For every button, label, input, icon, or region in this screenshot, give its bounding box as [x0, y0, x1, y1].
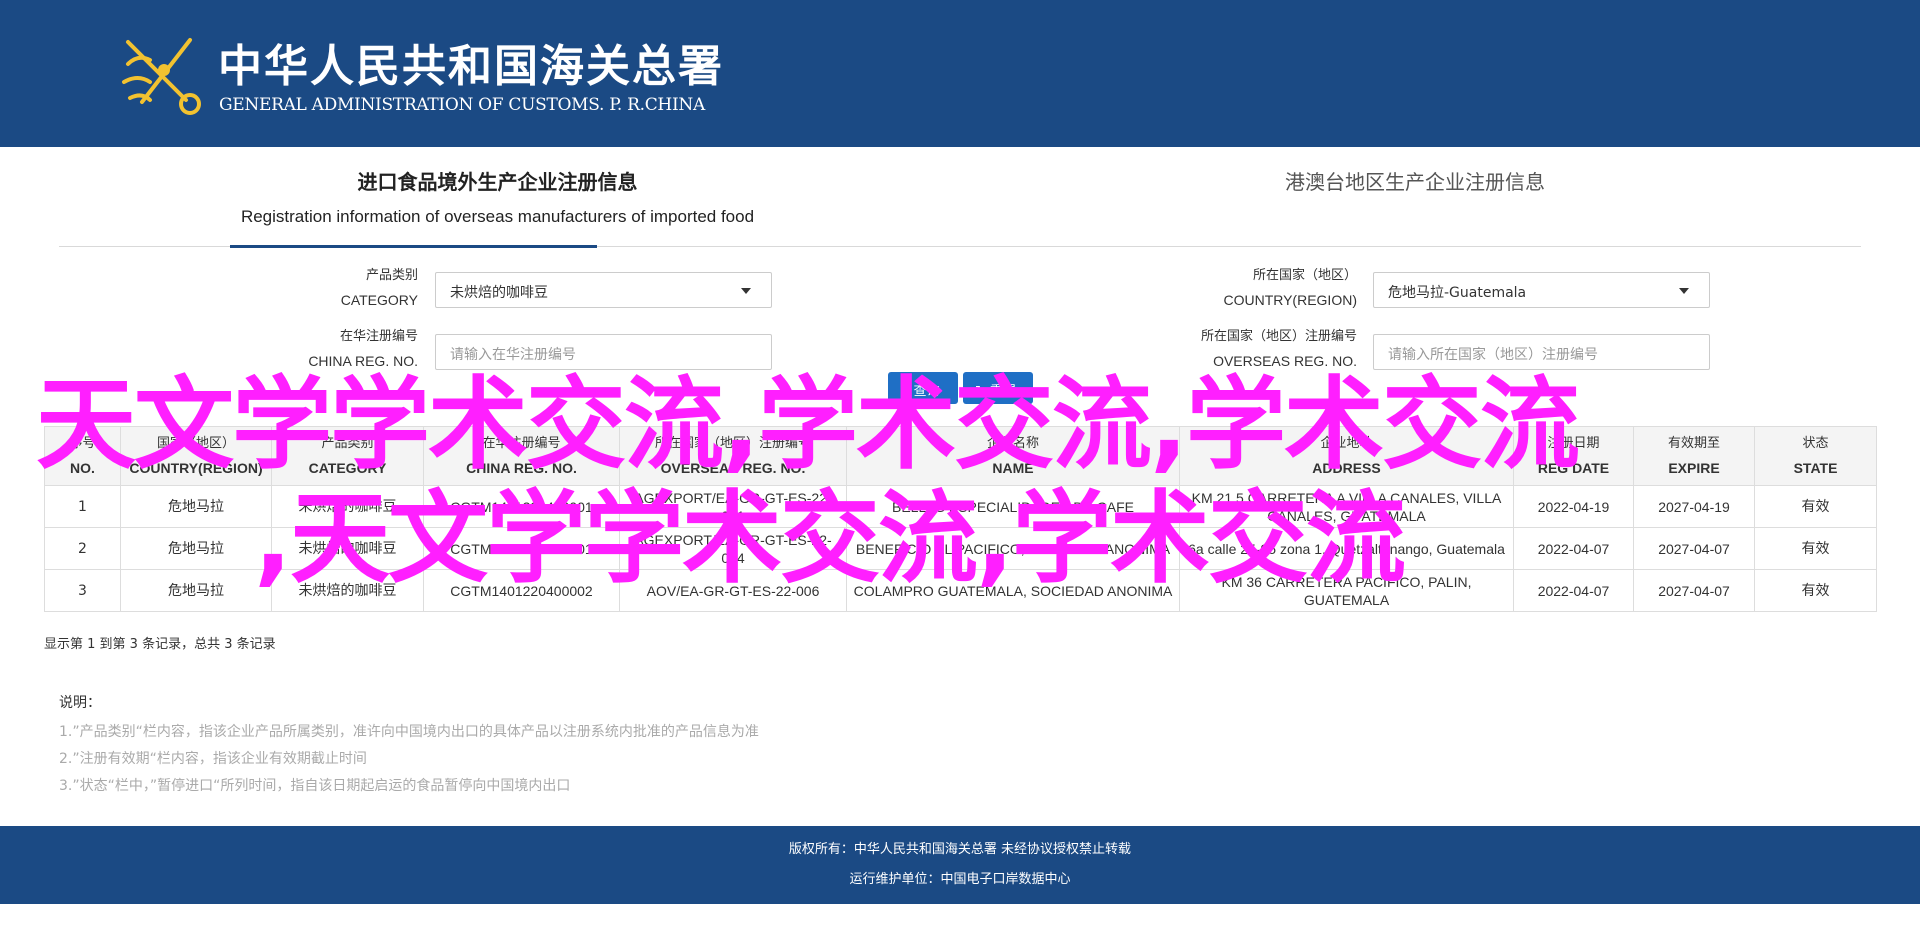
category-label: 产品类别 CATEGORY — [340, 268, 418, 308]
note-item: 1.”产品类别“栏内容，指该企业产品所属类别，准许向中国境内出口的具体产品以注册… — [59, 724, 759, 740]
cell-reg-date: 2022-04-19 — [1513, 485, 1634, 528]
tab-label-en: Registration information of overseas man… — [240, 207, 755, 226]
country-value: 危地马拉-Guatemala — [1388, 285, 1527, 301]
tab-overseas-manufacturers[interactable]: 进口食品境外生产企业注册信息 Registration information … — [225, 166, 770, 227]
cell-state: 有效 — [1754, 485, 1877, 528]
tab-label-cn: 港澳台地区生产企业注册信息 — [1285, 170, 1545, 194]
country-label: 所在国家（地区） COUNTRY(REGION) — [1223, 268, 1357, 308]
note-item: 2.”注册有效期“栏内容，指该企业有效期截止时间 — [59, 751, 367, 767]
cell-no: 3 — [44, 569, 121, 612]
cell-state: 有效 — [1754, 569, 1877, 612]
footer-operator: 运行维护单位：中国电子口岸数据中心 — [849, 872, 1071, 887]
site-footer: 版权所有：中华人民共和国海关总署 未经协议授权禁止转载 运行维护单位：中国电子口… — [0, 826, 1920, 904]
china-reg-placeholder: 请输入在华注册编号 — [450, 347, 576, 363]
record-count: 显示第 1 到第 3 条记录，总共 3 条记录 — [44, 637, 276, 652]
category-value: 未烘焙的咖啡豆 — [450, 285, 548, 301]
footer-copyright: 版权所有：中华人民共和国海关总署 未经协议授权禁止转载 — [788, 842, 1132, 857]
site-title-en: GENERAL ADMINISTRATION OF CUSTOMS. P. R.… — [219, 95, 705, 115]
chevron-down-icon — [1679, 288, 1689, 294]
overseas-reg-input[interactable]: 请输入所在国家（地区）注册编号 — [1373, 334, 1710, 370]
china-reg-input[interactable]: 请输入在华注册编号 — [435, 334, 772, 370]
chevron-down-icon — [741, 288, 751, 294]
watermark-line-1: 天文学学术交流,学术交流,学术交流 — [36, 366, 1580, 483]
active-tab-indicator — [230, 245, 597, 248]
cell-country: 危地马拉 — [120, 485, 272, 528]
overseas-reg-placeholder: 请输入所在国家（地区）注册编号 — [1388, 347, 1598, 363]
col-header-state[interactable]: 状态 STATE — [1754, 426, 1877, 486]
cell-reg-date: 2022-04-07 — [1513, 569, 1634, 612]
country-select[interactable]: 危地马拉-Guatemala — [1373, 272, 1710, 308]
cell-country: 危地马拉 — [120, 527, 272, 570]
notes-title: 说明： — [59, 695, 101, 711]
customs-emblem-icon — [122, 38, 201, 115]
cell-no: 2 — [44, 527, 121, 570]
tab-hk-macao-taiwan[interactable]: 港澳台地区生产企业注册信息 — [1190, 166, 1640, 195]
cell-country: 危地马拉 — [120, 569, 272, 612]
cell-reg-date: 2022-04-07 — [1513, 527, 1634, 570]
tab-label-cn: 进口食品境外生产企业注册信息 — [357, 170, 638, 194]
site-header: 中华人民共和国海关总署 GENERAL ADMINISTRATION OF CU… — [0, 0, 1920, 147]
col-header-expire[interactable]: 有效期至 EXPIRE — [1633, 426, 1755, 486]
watermark-line-2: ,天文学学术交流,学术交流 — [254, 480, 1406, 597]
note-item: 3.”状态“栏中，”暂停进口“所列时间，指自该日期起启运的食品暂停向中国境内出口 — [59, 778, 571, 794]
category-select[interactable]: 未烘焙的咖啡豆 — [435, 272, 772, 308]
site-title-cn: 中华人民共和国海关总署 — [218, 41, 724, 92]
cell-expire: 2027-04-07 — [1633, 527, 1755, 570]
cell-expire: 2027-04-07 — [1633, 569, 1755, 612]
cell-state: 有效 — [1754, 527, 1877, 570]
cell-no: 1 — [44, 485, 121, 528]
cell-expire: 2027-04-19 — [1633, 485, 1755, 528]
